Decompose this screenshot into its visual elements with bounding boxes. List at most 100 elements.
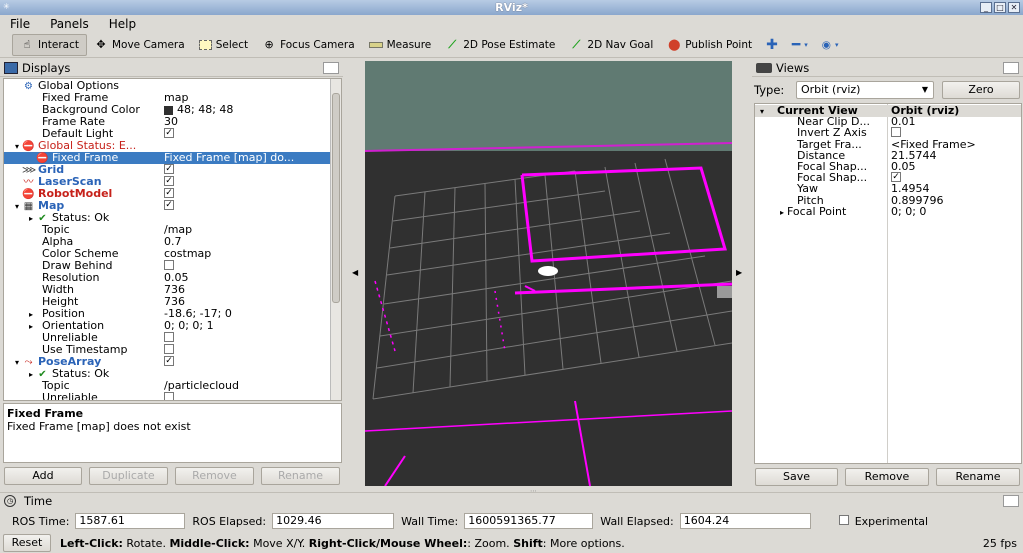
display-row[interactable]: Height 736 <box>4 296 330 308</box>
add-display-button[interactable]: Add <box>4 467 82 485</box>
view-property-value[interactable]: 1.4954 <box>891 183 930 195</box>
close-icon[interactable]: ✕ <box>1008 2 1020 13</box>
visibility-checkbox[interactable]: ✓ <box>164 200 174 210</box>
eye-icon[interactable]: ◉ ▾ <box>815 34 846 56</box>
display-row[interactable]: ▸ Position -18.6; -17; 0 <box>4 308 330 320</box>
tool-select[interactable]: Select <box>192 34 255 56</box>
view-property-value[interactable]: 0; 0; 0 <box>891 206 926 218</box>
add-tool-button[interactable]: ✚ <box>759 34 785 56</box>
display-row[interactable]: Fixed Frame map <box>4 92 330 104</box>
view-property-value[interactable]: 21.5744 <box>891 150 937 162</box>
display-row[interactable]: Alpha 0.7 <box>4 236 330 248</box>
display-row-value[interactable]: /map <box>164 224 192 236</box>
display-row[interactable]: Frame Rate 30 <box>4 116 330 128</box>
view-property-row[interactable]: Yaw 1.4954 <box>755 183 1021 195</box>
display-row[interactable]: Topic/particlecloud <box>4 380 330 392</box>
menu-file[interactable]: File <box>0 17 40 31</box>
display-row[interactable]: ⋙ Grid ✓ <box>4 164 330 176</box>
panel-float-button[interactable] <box>1003 62 1019 74</box>
wall-elapsed-field[interactable]: 1604.24 <box>679 513 811 529</box>
display-row-value[interactable]: 48; 48; 48 <box>177 104 233 116</box>
view-property-row[interactable]: Invert Z Axis <box>755 127 1021 139</box>
menu-help[interactable]: Help <box>99 17 146 31</box>
zero-view-button[interactable]: Zero <box>942 81 1020 99</box>
visibility-checkbox[interactable]: ✓ <box>164 128 174 138</box>
tool-publish-point[interactable]: ⬤ Publish Point <box>660 34 759 56</box>
view-checkbox[interactable] <box>891 127 901 138</box>
panel-float-button[interactable] <box>1003 495 1019 507</box>
display-row[interactable]: ▸ ✔ Status: Ok <box>4 212 330 224</box>
display-row[interactable]: Use Timestamp <box>4 344 330 356</box>
display-row[interactable]: Width 736 <box>4 284 330 296</box>
panel-float-button[interactable] <box>323 62 339 74</box>
display-row[interactable]: Unreliable <box>4 392 330 400</box>
display-row-value[interactable]: costmap <box>164 248 211 260</box>
tool-measure[interactable]: Measure <box>362 34 439 56</box>
display-row[interactable]: ⛔ Fixed Frame Fixed Frame [map] do... <box>4 152 330 164</box>
display-row-value[interactable]: 736 <box>164 284 185 296</box>
remove-view-button[interactable]: Remove <box>845 468 929 486</box>
display-row[interactable]: ▾ ⤳ PoseArray ✓ <box>4 356 330 368</box>
tool-move-camera[interactable]: ✥ Move Camera <box>87 34 192 56</box>
display-row-value[interactable]: 0; 0; 0; 1 <box>164 320 214 332</box>
view-property-row[interactable]: Pitch 0.899796 <box>755 195 1021 207</box>
tool-2d-nav-goal[interactable]: ⟋ 2D Nav Goal <box>562 34 660 56</box>
display-row[interactable]: Resolution 0.05 <box>4 272 330 284</box>
displays-scrollbar[interactable] <box>330 79 341 400</box>
wall-time-field[interactable]: 1600591365.77 <box>464 513 594 529</box>
view-type-select[interactable]: Orbit (rviz) ▼ <box>796 81 934 99</box>
view-property-value[interactable]: <Fixed Frame> <box>891 139 976 151</box>
color-swatch[interactable] <box>164 105 173 115</box>
tool-focus-camera[interactable]: ⊕ Focus Camera <box>255 34 362 56</box>
display-row[interactable]: ▸ Orientation 0; 0; 0; 1 <box>4 320 330 332</box>
visibility-checkbox[interactable]: ✓ <box>164 356 174 366</box>
save-view-button[interactable]: Save <box>755 468 838 486</box>
view-property-row[interactable]: Focal Shap... ✓ <box>755 172 1021 184</box>
display-row-value[interactable]: /particlecloud <box>164 380 239 392</box>
remove-tool-button[interactable]: ━ ▾ <box>785 34 815 56</box>
tool-2d-pose-estimate[interactable]: ⟋ 2D Pose Estimate <box>438 34 562 56</box>
display-row-value[interactable]: 0.05 <box>164 272 189 284</box>
ros-time-field[interactable]: 1587.61 <box>75 513 186 529</box>
display-row[interactable]: Unreliable <box>4 332 330 344</box>
current-view-row[interactable]: ▾ Current View Orbit (rviz) <box>755 105 1021 117</box>
duplicate-display-button[interactable]: Duplicate <box>89 467 168 485</box>
right-splitter-arrow[interactable]: ▶ <box>736 268 742 277</box>
display-row-value[interactable]: 30 <box>164 116 178 128</box>
rename-view-button[interactable]: Rename <box>936 468 1020 486</box>
reset-button[interactable]: Reset <box>3 534 51 552</box>
display-row[interactable]: Topic/map <box>4 224 330 236</box>
visibility-checkbox[interactable]: ✓ <box>164 176 174 186</box>
display-row-value[interactable]: 736 <box>164 296 185 308</box>
minimize-icon[interactable]: _ <box>980 2 992 13</box>
expand-arrow-icon[interactable]: ▸ <box>777 207 787 219</box>
view-property-row[interactable]: Focal Shap... 0.05 <box>755 161 1021 173</box>
display-row[interactable]: ▾ ⛔ Global Status: E... <box>4 140 330 152</box>
display-row-value[interactable]: 0.7 <box>164 236 182 248</box>
display-row-value[interactable]: -18.6; -17; 0 <box>164 308 232 320</box>
display-row[interactable]: 〰 LaserScan ✓ <box>4 176 330 188</box>
maximize-icon[interactable]: □ <box>994 2 1006 13</box>
view-property-row[interactable]: Target Fra... <Fixed Frame> <box>755 139 1021 151</box>
visibility-checkbox[interactable] <box>164 260 174 270</box>
display-row[interactable]: Draw Behind <box>4 260 330 272</box>
views-tree[interactable]: ▾ Current View Orbit (rviz) Near Clip D... 0… <box>754 103 1022 464</box>
left-splitter-arrow[interactable]: ◀ <box>352 268 358 277</box>
display-row[interactable]: ⛔ RobotModel ✓ <box>4 188 330 200</box>
view-property-row[interactable]: ▸ Focal Point 0; 0; 0 <box>755 206 1021 218</box>
display-row[interactable]: ▸ ✔ Status: Ok <box>4 368 330 380</box>
view-property-row[interactable]: Near Clip D... 0.01 <box>755 116 1021 128</box>
view-property-value[interactable]: Orbit (rviz) <box>891 105 959 117</box>
display-row-value[interactable]: Fixed Frame [map] do... <box>164 152 294 164</box>
view-property-value[interactable]: 0.899796 <box>891 195 944 207</box>
menu-panels[interactable]: Panels <box>40 17 99 31</box>
tool-interact[interactable]: ☝ Interact <box>12 34 87 56</box>
display-row[interactable]: Color Scheme costmap <box>4 248 330 260</box>
visibility-checkbox[interactable] <box>164 392 174 400</box>
view-property-value[interactable]: 0.01 <box>891 116 916 128</box>
visibility-checkbox[interactable] <box>164 332 174 342</box>
view-property-value[interactable]: 0.05 <box>891 161 916 173</box>
visibility-checkbox[interactable]: ✓ <box>164 188 174 198</box>
render-viewport[interactable] <box>365 61 732 486</box>
visibility-checkbox[interactable]: ✓ <box>164 164 174 174</box>
